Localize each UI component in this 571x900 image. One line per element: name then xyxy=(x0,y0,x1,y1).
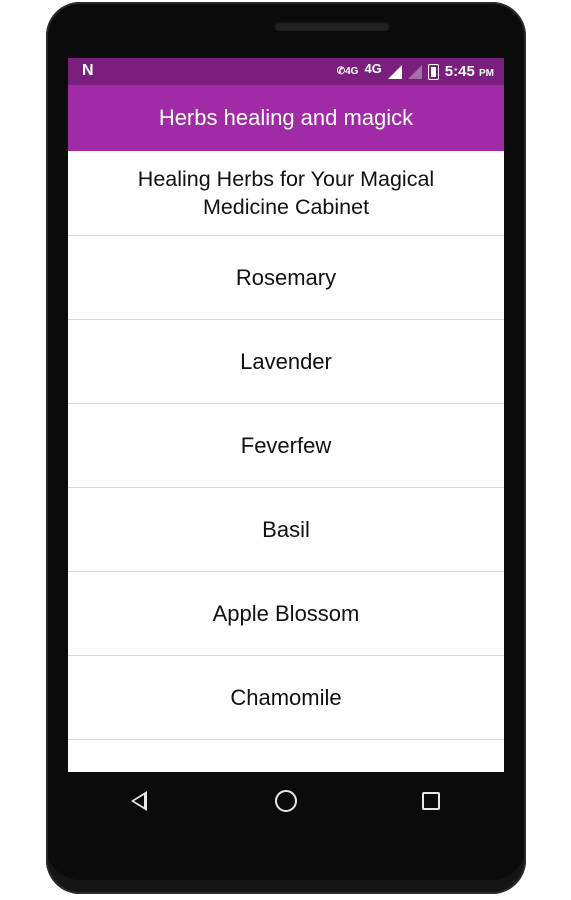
app-bar: Herbs healing and magick xyxy=(68,85,504,151)
list-item-apple-blossom[interactable]: Apple Blossom xyxy=(68,572,504,656)
status-bar: N ✆4G 4G 5:45 PM xyxy=(68,58,504,85)
signal-icon xyxy=(387,64,402,79)
recents-button[interactable] xyxy=(411,781,451,821)
navigation-bar xyxy=(68,772,504,830)
list-item-label: Basil xyxy=(262,516,310,542)
notification-n-icon: N xyxy=(82,62,94,79)
list-item-label: Chamomile xyxy=(230,684,342,710)
app-screen: N ✆4G 4G 5:45 PM Herbs healing and magic… xyxy=(68,58,504,772)
status-icons: ✆4G 4G 5:45 PM xyxy=(337,58,494,85)
list-item-heading[interactable]: Healing Herbs for Your Magical Medicine … xyxy=(68,151,504,236)
speaker-grille xyxy=(274,21,390,31)
back-icon xyxy=(130,791,147,811)
list-item-label: Rosemary xyxy=(235,264,337,290)
app-title: Herbs healing and magick xyxy=(158,105,414,130)
list-item-lavender[interactable]: Lavender xyxy=(68,320,504,404)
list-item-basil[interactable]: Basil xyxy=(68,488,504,572)
list-item-chamomile[interactable]: Chamomile xyxy=(68,656,504,740)
signal-empty-icon xyxy=(407,64,422,79)
home-icon xyxy=(274,790,297,812)
volte-call-icon: ✆4G xyxy=(336,66,359,77)
status-time: 5:45 PM xyxy=(444,63,494,80)
list-item-rosemary[interactable]: Rosemary xyxy=(68,236,504,320)
home-button[interactable] xyxy=(266,781,306,821)
battery-icon xyxy=(427,63,439,80)
recents-icon xyxy=(422,792,441,810)
network-type-label: 4G xyxy=(364,61,382,76)
back-button[interactable] xyxy=(121,781,161,821)
list-item-label: Apple Blossom xyxy=(212,600,360,626)
list-item-label: Lavender xyxy=(240,348,332,374)
herb-list: Healing Herbs for Your Magical Medicine … xyxy=(68,151,504,740)
list-item-feverfew[interactable]: Feverfew xyxy=(68,404,504,488)
list-item-label: Feverfew xyxy=(240,432,332,458)
list-item-label: Healing Herbs for Your Magical Medicine … xyxy=(137,167,435,219)
